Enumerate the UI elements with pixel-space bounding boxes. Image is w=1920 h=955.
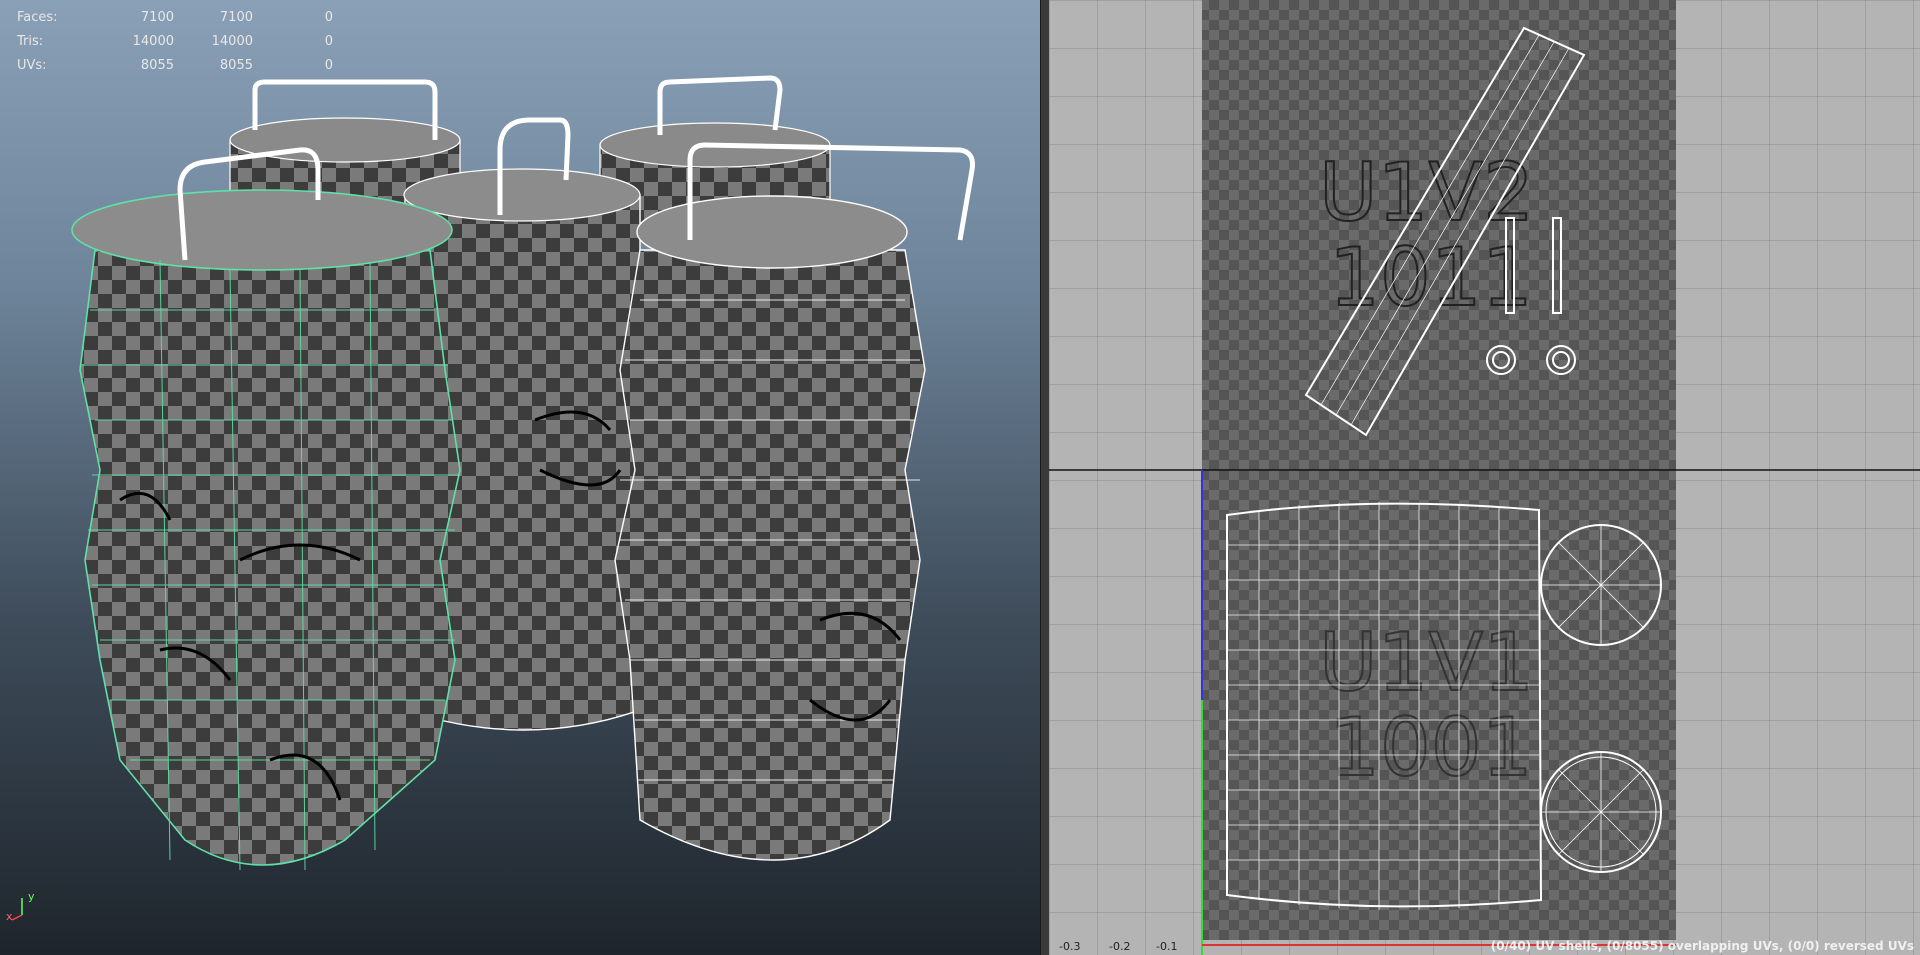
axis-label-x: x [6, 910, 13, 923]
uv-tick-label: -0.2 [1109, 940, 1131, 953]
uv-canvas[interactable]: U1V2 1011 U1V1 1001 [1049, 0, 1920, 955]
axis-gizmo [11, 898, 23, 921]
uv-editor[interactable]: U1V2 1011 U1V1 1001 -0.3 -0.2 -0.1 (0/40… [1049, 0, 1920, 955]
uv-status-bar: (0/40) UV shells, (0/8055) overlapping U… [1490, 939, 1914, 953]
jar-right[interactable] [614, 142, 975, 861]
axis-label-y: y [28, 890, 35, 903]
uv-tick-label: -0.1 [1156, 940, 1178, 953]
jar-left-selected[interactable] [71, 147, 461, 871]
uv-tile-code-1001: 1001 [1329, 701, 1533, 794]
uv-shell-disc-top[interactable] [1540, 524, 1662, 646]
3d-viewport[interactable]: Faces: 7100 7100 0 Tris: 14000 14000 0 U… [0, 0, 1040, 955]
uv-tile-code-1011: 1011 [1329, 231, 1533, 324]
viewport-canvas[interactable] [0, 0, 1040, 955]
uv-tile-label-u1v1: U1V1 [1319, 616, 1534, 709]
uv-shell-disc-bottom[interactable] [1540, 751, 1662, 873]
uv-tick-label: -0.3 [1059, 940, 1081, 953]
